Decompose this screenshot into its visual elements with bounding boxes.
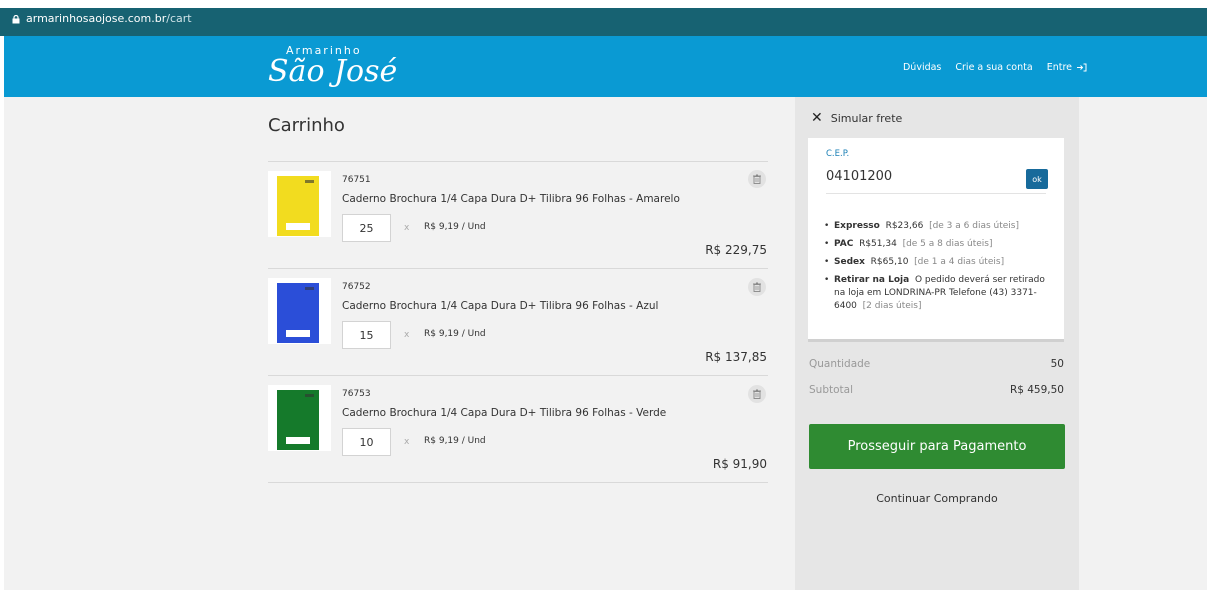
quantity-value: 50 <box>1050 358 1064 370</box>
url-path: /cart <box>166 12 192 25</box>
shipping-option-price: R$23,66 <box>885 221 924 231</box>
url-domain: armarinhosaojose.com.br <box>26 12 167 25</box>
cep-input[interactable]: 04101200 <box>826 169 892 184</box>
cover-label <box>286 223 310 230</box>
remove-item-button[interactable] <box>748 385 766 403</box>
shipping-option-name: Retirar na Loja <box>834 275 910 285</box>
item-total: R$ 137,85 <box>705 350 767 364</box>
login-arrow-icon <box>1077 63 1087 72</box>
cep-card: C.E.P. 04101200 ok Expresso R$23,66 [de … <box>808 138 1064 342</box>
cep-ok-button[interactable]: ok <box>1026 169 1048 189</box>
trash-icon <box>753 282 761 292</box>
cover-label <box>286 437 310 444</box>
times-sign: x <box>404 330 410 340</box>
subtotal-value: R$ 459,50 <box>1009 384 1064 396</box>
trash-icon <box>753 174 761 184</box>
nav-duvidas-link[interactable]: Dúvidas <box>903 62 941 73</box>
cep-input-underline <box>826 193 1046 194</box>
cover-band <box>305 180 314 183</box>
shipping-option-time: [de 5 a 8 dias úteis] <box>902 239 993 249</box>
product-image[interactable] <box>268 278 331 344</box>
item-name[interactable]: Caderno Brochura 1/4 Capa Dura D+ Tilibr… <box>342 300 658 312</box>
shipping-option-name: Sedex <box>834 257 865 267</box>
quantity-input[interactable]: 15 <box>342 321 391 349</box>
quantity-input[interactable]: 10 <box>342 428 391 456</box>
times-sign: x <box>404 437 410 447</box>
shipping-option-time: [de 1 a 4 dias úteis] <box>914 257 1005 267</box>
shipping-option-price: R$51,34 <box>859 239 897 249</box>
remove-item-button[interactable] <box>748 278 766 296</box>
item-sku: 76751 <box>342 175 371 185</box>
site-header: Armarinho São José Dúvidas Crie a sua co… <box>4 36 1207 97</box>
product-image[interactable] <box>268 385 331 451</box>
unit-price: R$ 9,19 / Und <box>424 329 486 339</box>
unit-price: R$ 9,19 / Und <box>424 436 486 446</box>
quantity-label: Quantidade <box>809 358 871 370</box>
shipping-option-time: [de 3 a 6 dias úteis] <box>929 221 1019 231</box>
nav-login-label: Entre <box>1046 62 1072 73</box>
nav-login-link[interactable]: Entre <box>1047 62 1087 73</box>
logo-main-text: São José <box>268 54 398 89</box>
close-icon[interactable]: ✕ <box>811 110 823 126</box>
cover-band <box>305 394 314 397</box>
item-total: R$ 229,75 <box>705 243 767 257</box>
item-name[interactable]: Caderno Brochura 1/4 Capa Dura D+ Tilibr… <box>342 193 680 205</box>
cover-band <box>305 287 314 290</box>
quantity-input[interactable]: 25 <box>342 214 391 242</box>
trash-icon <box>753 389 761 399</box>
cart-divider <box>268 268 768 269</box>
item-sku: 76752 <box>342 282 371 292</box>
header-nav: Dúvidas Crie a sua conta Entre <box>903 62 1087 73</box>
url-text[interactable]: armarinhosaojose.com.br/cart <box>26 12 192 25</box>
product-image[interactable] <box>268 171 331 237</box>
remove-item-button[interactable] <box>748 170 766 188</box>
notebook-cover <box>277 176 319 236</box>
shipping-option: Sedex R$65,10 [de 1 a 4 dias úteis] <box>824 256 1056 269</box>
shipping-option-price: R$65,10 <box>870 257 909 267</box>
cover-label <box>286 330 310 337</box>
shipping-simulator-title: Simular frete <box>830 111 903 125</box>
subtotal-summary-row: Subtotal R$ 459,50 <box>809 384 1064 396</box>
shipping-simulator-header[interactable]: ✕ Simular frete <box>811 110 902 126</box>
times-sign: x <box>404 223 410 233</box>
nav-create-account-link[interactable]: Crie a sua conta <box>955 62 1032 73</box>
item-total: R$ 91,90 <box>712 457 767 471</box>
shipping-option-name: Expresso <box>834 221 880 231</box>
shipping-option: PAC R$51,34 [de 5 a 8 dias úteis] <box>824 238 1056 251</box>
lock-icon <box>12 15 20 24</box>
item-name[interactable]: Caderno Brochura 1/4 Capa Dura D+ Tilibr… <box>342 407 666 419</box>
cart-divider <box>268 161 768 162</box>
shipping-option: Expresso R$23,66 [de 3 a 6 dias úteis] <box>824 220 1056 233</box>
subtotal-label: Subtotal <box>809 384 853 396</box>
item-sku: 76753 <box>342 389 371 399</box>
cart-divider <box>268 482 768 483</box>
browser-top-strip <box>0 0 1207 8</box>
shipping-option-time: [2 dias úteis] <box>862 301 922 311</box>
notebook-cover <box>277 283 319 343</box>
unit-price: R$ 9,19 / Und <box>424 222 486 232</box>
shipping-option-name: PAC <box>834 239 854 249</box>
quantity-summary-row: Quantidade 50 <box>809 358 1064 370</box>
shipping-options-list: Expresso R$23,66 [de 3 a 6 dias úteis] P… <box>824 220 1056 318</box>
continue-shopping-link[interactable]: Continuar Comprando <box>809 492 1065 505</box>
notebook-cover <box>277 390 319 450</box>
shipping-option: Retirar na Loja O pedido deverá ser reti… <box>824 274 1056 313</box>
cart-divider <box>268 375 768 376</box>
cart-title: Carrinho <box>268 115 345 136</box>
proceed-to-payment-button[interactable]: Prosseguir para Pagamento <box>809 424 1065 469</box>
cep-label: C.E.P. <box>826 149 850 159</box>
